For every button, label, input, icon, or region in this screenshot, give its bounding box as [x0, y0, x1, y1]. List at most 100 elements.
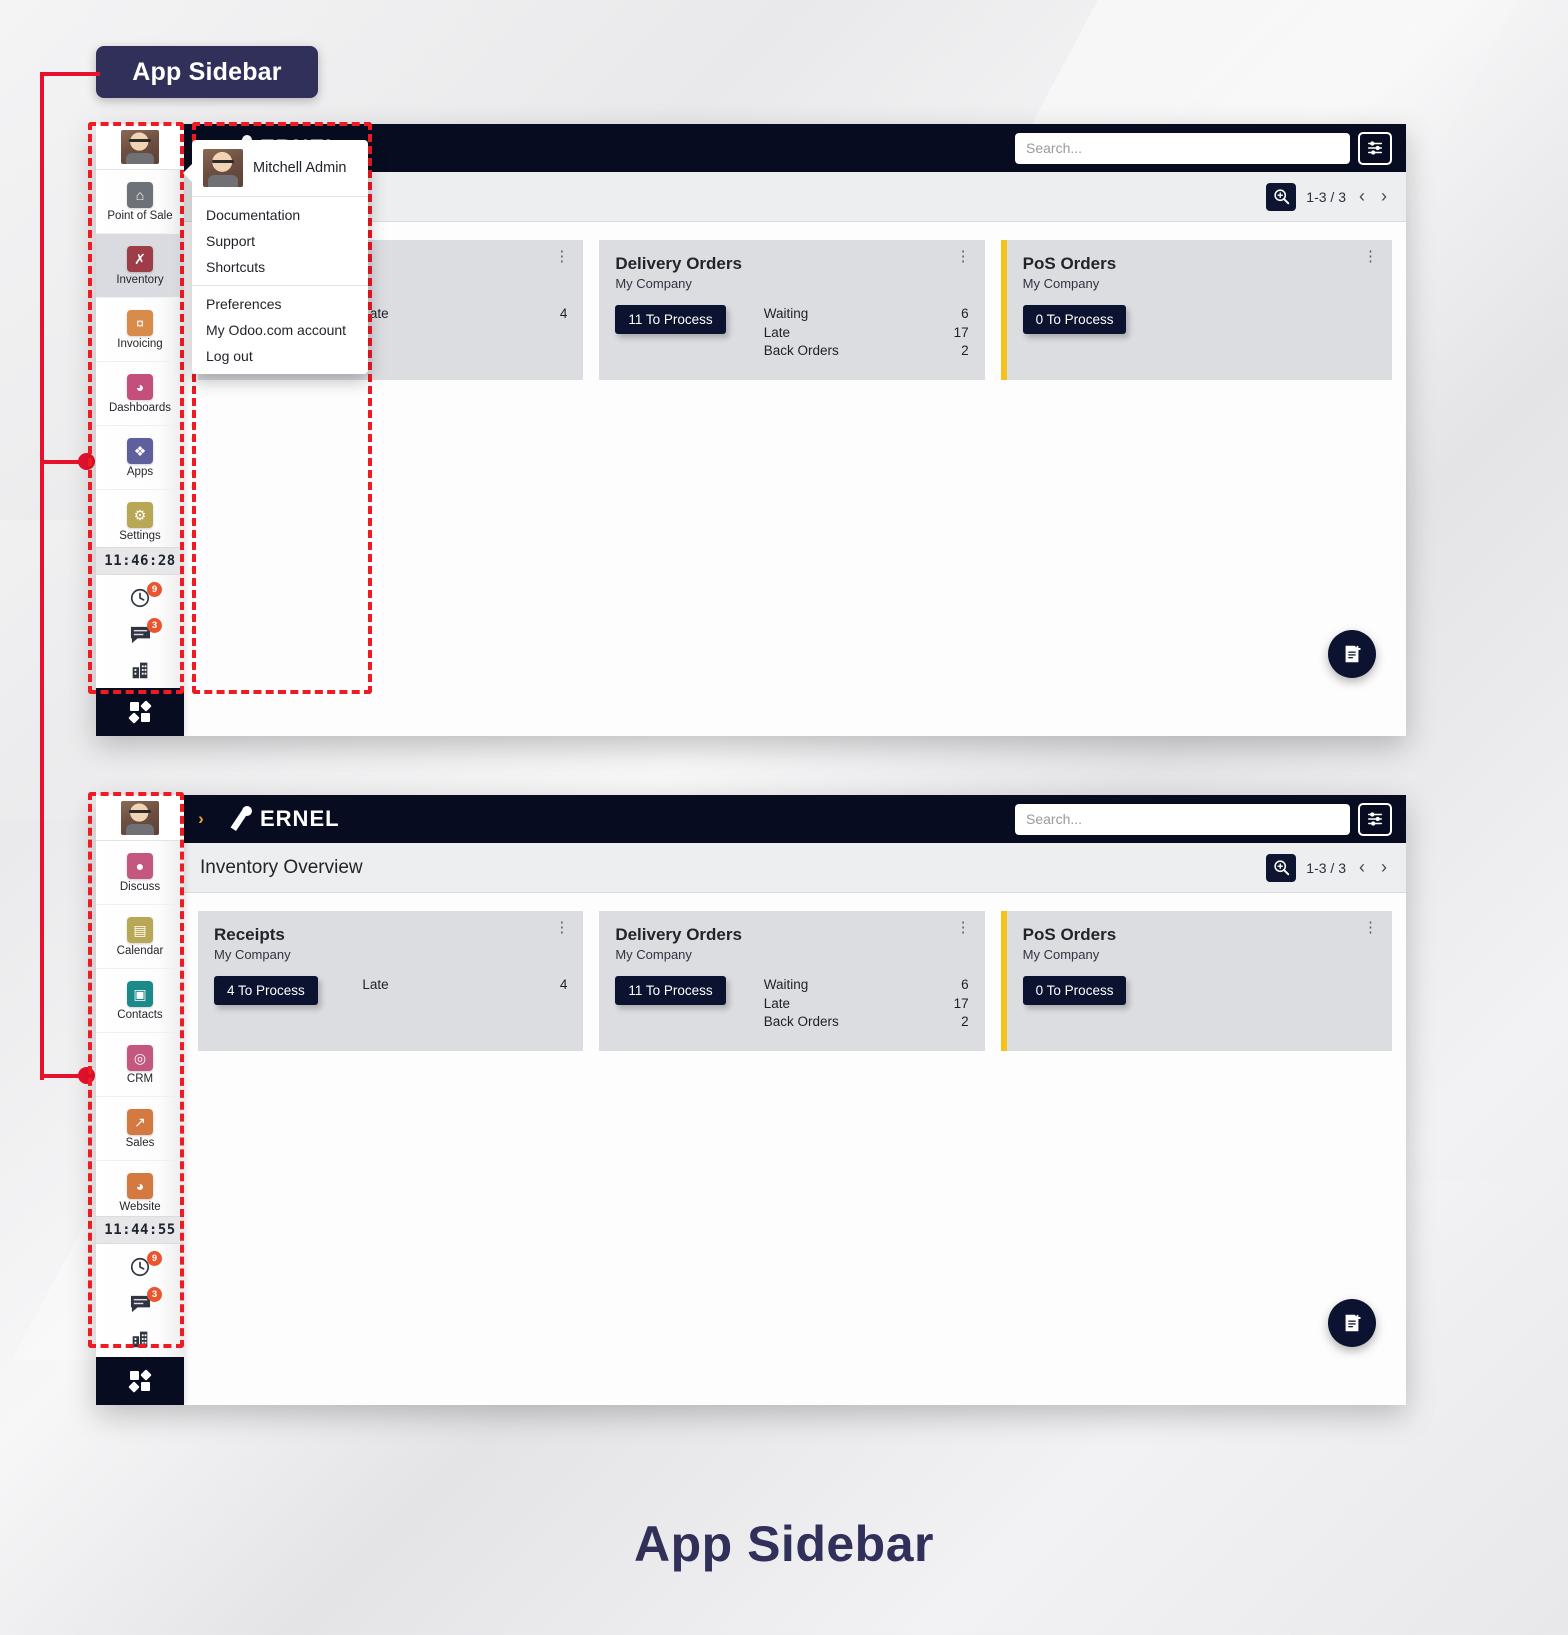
card-stat-label: Back Orders: [763, 343, 839, 359]
card-stat-value: 17: [953, 995, 969, 1011]
sidebar-item-contacts[interactable]: ▣ Contacts: [96, 969, 184, 1033]
avatar[interactable]: [121, 800, 159, 835]
card-stat-label: Late: [362, 977, 389, 992]
sidebar-tools-bottom: 9 3: [96, 1244, 184, 1357]
chevron-left-icon[interactable]: ‹: [1356, 857, 1368, 878]
chat-icon: ●: [127, 852, 153, 879]
card-pos-orders[interactable]: ⋮ PoS Orders My Company 0 To Process: [1000, 911, 1392, 1051]
sidebar-item-inventory[interactable]: ✗ Inventory: [96, 234, 184, 298]
sidebar-item-invoicing[interactable]: ¤ Invoicing: [96, 298, 184, 362]
chevron-right-icon[interactable]: ›: [1378, 186, 1390, 207]
clock-icon[interactable]: 9: [96, 1249, 184, 1285]
sidebar-bottom-bar-bottom[interactable]: [96, 1357, 184, 1405]
sidebar-item-calendar[interactable]: ▤ Calendar: [96, 905, 184, 969]
card-menu-icon[interactable]: ⋮: [554, 249, 569, 263]
card-delivery-orders[interactable]: ⋮ Delivery Orders My Company 11 To Proce…: [599, 911, 985, 1051]
chevron-left-icon[interactable]: ‹: [1356, 186, 1368, 207]
card-delivery-orders[interactable]: ⋮ Delivery Orders My Company 11 To Proce…: [599, 240, 985, 380]
chevron-right-icon[interactable]: ›: [186, 804, 216, 834]
card-stat-value: 6: [961, 306, 969, 321]
building-glyph: [132, 662, 148, 679]
user-menu-header: Mitchell Admin: [192, 140, 368, 197]
sliders-icon[interactable]: [1358, 131, 1392, 165]
sidebar-item-point-of-sale[interactable]: ⌂ Point of Sale: [96, 170, 184, 234]
menu-item-shortcuts[interactable]: Shortcuts: [192, 254, 368, 280]
card-stat-label: Waiting: [763, 306, 809, 321]
sidebar-item-label: Dashboards: [108, 401, 171, 414]
new-document-icon[interactable]: [1328, 1299, 1376, 1347]
chart-up-icon: ↗: [127, 1108, 153, 1135]
clock-icon[interactable]: 9: [96, 580, 184, 616]
contacts-icon: ▣: [127, 980, 153, 1007]
connector-vertical: [40, 72, 44, 1080]
sidebar-item-apps[interactable]: ❖ Apps: [96, 426, 184, 490]
card-stats: Late 4: [362, 976, 567, 995]
card-pos-orders[interactable]: ⋮ PoS Orders My Company 0 To Process: [1000, 240, 1392, 380]
connector-dot-bottom: [78, 1067, 95, 1084]
user-menu-group-help: Documentation Support Shortcuts: [192, 197, 368, 286]
search-input[interactable]: [1015, 803, 1350, 835]
pager-text: 1-3 / 3: [1306, 188, 1346, 205]
zoom-in-icon[interactable]: [1266, 182, 1297, 211]
sidebar-avatar-cell[interactable]: [96, 795, 184, 841]
avatar[interactable]: [121, 129, 159, 164]
card-stat-label: Back Orders: [763, 1014, 839, 1030]
sidebar-item-crm[interactable]: ◎ CRM: [96, 1033, 184, 1097]
card-to-process-button[interactable]: 11 To Process: [615, 976, 726, 1005]
sliders-icon[interactable]: [1358, 802, 1392, 836]
brand-logo[interactable]: ERNEL: [222, 805, 340, 833]
menu-item-log-out[interactable]: Log out: [192, 343, 368, 369]
user-dropdown-menu[interactable]: Mitchell Admin Documentation Support Sho…: [183, 140, 368, 374]
menu-item-support[interactable]: Support: [192, 228, 368, 254]
card-receipts[interactable]: ⋮ Receipts My Company 4 To Process Late …: [198, 911, 584, 1051]
building-icon[interactable]: [96, 1321, 184, 1357]
dashboard-cards-bottom: ⋮ Receipts My Company 4 To Process Late …: [184, 893, 1406, 1069]
messages-icon[interactable]: 3: [96, 616, 184, 652]
card-to-process-button[interactable]: 4 To Process: [214, 976, 318, 1005]
card-to-process-button[interactable]: 0 To Process: [1022, 305, 1127, 334]
sidebar-item-label: Discuss: [119, 880, 161, 893]
zoom-in-icon[interactable]: [1266, 853, 1297, 882]
card-menu-icon[interactable]: ⋮: [956, 249, 971, 263]
sidebar-app-list-bottom: ● Discuss ▤ Calendar ▣ Contacts ◎ CRM ↗ …: [96, 841, 184, 1216]
card-menu-icon[interactable]: ⋮: [956, 920, 971, 934]
menu-item-odoo-account[interactable]: My Odoo.com account: [192, 317, 368, 343]
sidebar-bottom-bar-top[interactable]: [96, 688, 184, 736]
dropdown-caret: [183, 164, 192, 182]
sidebar-item-settings[interactable]: ⚙ Settings: [96, 490, 184, 547]
chevron-right-icon[interactable]: ›: [1378, 857, 1390, 878]
kernel-mark-icon: [229, 806, 252, 831]
card-menu-icon[interactable]: ⋮: [1363, 249, 1378, 263]
sidebar-item-dashboards[interactable]: ◕ Dashboards: [96, 362, 184, 426]
card-stat-row: Back Orders 2: [764, 1013, 969, 1032]
sidebar-item-sales[interactable]: ↗ Sales: [96, 1097, 184, 1161]
content-area-bottom: Inventory Overview 1-3 / 3 ‹ › ⋮ Receipt…: [184, 843, 1406, 1405]
sidebar-tools-top: 9 3: [96, 575, 184, 688]
sidebar-avatar-cell[interactable]: [96, 124, 184, 170]
menu-item-preferences[interactable]: Preferences: [192, 291, 368, 317]
sidebar-clock-top: 11:46:28: [96, 547, 184, 575]
sidebar-item-label: CRM: [126, 1072, 154, 1085]
search-input[interactable]: [1015, 132, 1350, 164]
card-to-process-button[interactable]: 11 To Process: [615, 305, 726, 334]
card-stats: Waiting 6 Late 17 Back Orders 2: [764, 976, 969, 1032]
card-stat-row: Waiting 6: [764, 976, 969, 995]
sidebar-item-label: Point of Sale: [107, 209, 173, 222]
card-company: My Company: [615, 947, 692, 962]
card-company: My Company: [1022, 276, 1100, 291]
card-menu-icon[interactable]: ⋮: [554, 920, 569, 934]
menu-item-documentation[interactable]: Documentation: [192, 202, 368, 228]
building-icon[interactable]: [96, 652, 184, 688]
sidebar-item-website[interactable]: ◕ Website: [96, 1161, 184, 1216]
sidebar-item-label: Website: [119, 1200, 161, 1213]
new-document-icon[interactable]: [1328, 630, 1376, 678]
messages-icon[interactable]: 3: [96, 1285, 184, 1321]
sidebar-item-discuss[interactable]: ● Discuss: [96, 841, 184, 905]
card-to-process-button[interactable]: 0 To Process: [1022, 976, 1127, 1005]
lifebuoy-icon: ◎: [127, 1044, 153, 1071]
card-menu-icon[interactable]: ⋮: [1363, 920, 1378, 934]
app-sidebar-bottom: ● Discuss ▤ Calendar ▣ Contacts ◎ CRM ↗ …: [96, 795, 184, 1405]
card-stat-label: Waiting: [763, 977, 809, 992]
card-stat-value: 17: [953, 324, 969, 340]
content-header-right: 1-3 / 3 ‹ ›: [1266, 853, 1390, 882]
